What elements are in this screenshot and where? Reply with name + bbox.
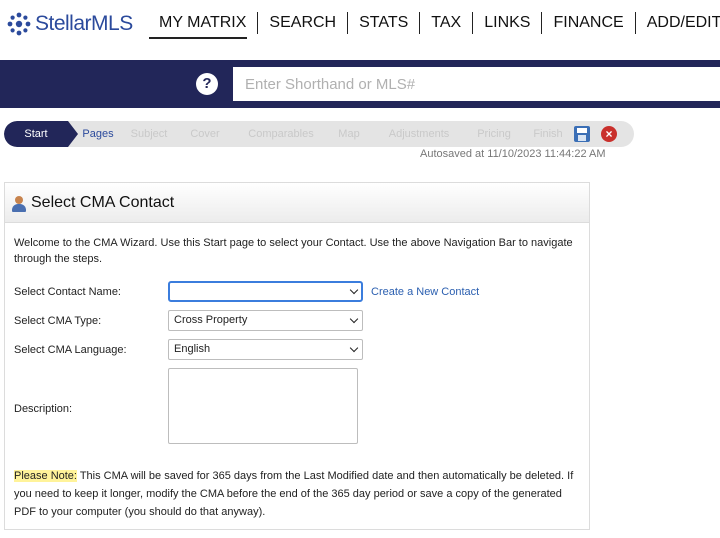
- top-navigation: StellarMLS MY MATRIX SEARCH STATS TAX LI…: [0, 0, 720, 46]
- help-icon[interactable]: ?: [196, 73, 218, 95]
- nav-links[interactable]: LINKS: [473, 12, 543, 34]
- cma-language-select[interactable]: English: [168, 339, 363, 360]
- wizard-step-comparables: Comparables: [248, 128, 314, 140]
- retention-note-text: This CMA will be saved for 365 days from…: [14, 470, 574, 518]
- contact-icon: [11, 196, 27, 212]
- cma-type-value: Cross Property: [174, 314, 248, 326]
- intro-text: Welcome to the CMA Wizard. Use this Star…: [14, 237, 573, 265]
- chevron-down-icon: [349, 314, 359, 324]
- wizard-step-pages[interactable]: Pages: [68, 121, 128, 147]
- select-cma-contact-panel: Select CMA Contact Welcome to the CMA Wi…: [4, 182, 590, 530]
- please-note-highlight: Please Note:: [14, 470, 77, 482]
- logo-text-mls: MLS: [91, 12, 133, 35]
- cma-wizard-navigation: Start Pages Subject Cover Comparables Ma…: [4, 121, 634, 147]
- description-label: Description:: [14, 403, 73, 415]
- nav-tax[interactable]: TAX: [420, 12, 474, 34]
- cma-type-select[interactable]: Cross Property: [168, 310, 363, 331]
- nav-search[interactable]: SEARCH: [258, 12, 349, 34]
- cma-language-label: Select CMA Language:: [14, 344, 127, 356]
- description-textarea[interactable]: [168, 368, 358, 444]
- nav-stats[interactable]: STATS: [348, 12, 421, 34]
- wizard-step-pricing: Pricing: [477, 128, 511, 140]
- logo-text-stellar: Stellar: [35, 12, 92, 35]
- close-icon[interactable]: ×: [601, 126, 617, 142]
- stellar-mls-logo[interactable]: StellarMLS: [6, 8, 133, 40]
- cma-language-value: English: [174, 343, 211, 355]
- active-tab-underline: [149, 37, 247, 39]
- wizard-step-map: Map: [338, 128, 360, 140]
- star-logo-icon: [7, 12, 31, 36]
- nav-finance[interactable]: FINANCE: [542, 12, 636, 34]
- logo-text: StellarMLS: [35, 12, 133, 36]
- wizard-step-start[interactable]: Start: [4, 121, 78, 147]
- create-new-contact-link[interactable]: Create a New Contact: [371, 286, 479, 298]
- wizard-step-finish: Finish: [533, 128, 563, 140]
- wizard-step-subject: Subject: [130, 128, 168, 140]
- panel-header: Select CMA Contact: [5, 183, 589, 223]
- search-bar: ?: [0, 60, 720, 108]
- contact-name-select[interactable]: [168, 281, 363, 302]
- nav-my-matrix[interactable]: MY MATRIX: [148, 12, 259, 34]
- contact-name-label: Select Contact Name:: [14, 286, 121, 298]
- shorthand-search-input[interactable]: [233, 67, 720, 101]
- retention-note: Please Note: This CMA will be saved for …: [14, 467, 584, 521]
- nav-add-edit[interactable]: ADD/EDIT: [636, 12, 720, 34]
- autosaved-status: Autosaved at 11/10/2023 11:44:22 AM: [420, 148, 606, 160]
- wizard-step-adjustments: Adjustments: [388, 128, 450, 140]
- main-menu: MY MATRIX SEARCH STATS TAX LINKS FINANCE…: [148, 6, 720, 40]
- save-icon[interactable]: [574, 126, 590, 142]
- wizard-step-cover: Cover: [190, 128, 220, 140]
- cma-type-label: Select CMA Type:: [14, 315, 102, 327]
- chevron-down-icon: [349, 285, 359, 295]
- panel-title: Select CMA Contact: [31, 194, 175, 211]
- chevron-down-icon: [349, 343, 359, 353]
